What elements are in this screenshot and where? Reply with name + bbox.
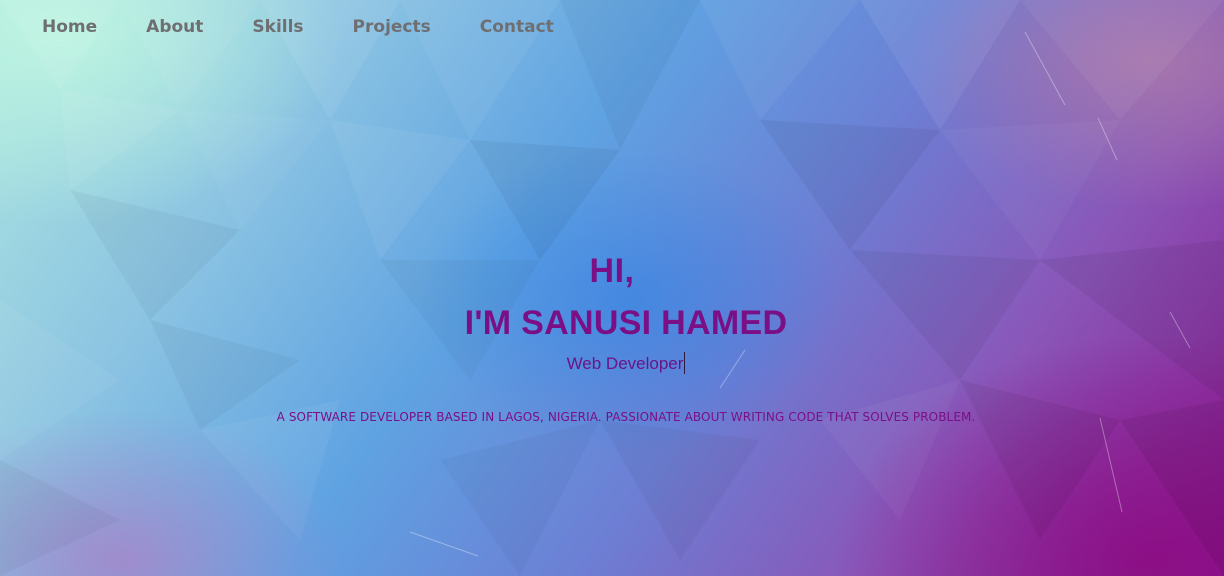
nav-link-skills[interactable]: Skills xyxy=(252,16,303,38)
hero-tagline: A SOFTWARE DEVELOPER BASED IN LAGOS, NIG… xyxy=(276,410,976,424)
hero-role-typewriter: Web Developer xyxy=(0,352,1224,375)
typing-cursor xyxy=(684,352,686,374)
main-nav: Home About Skills Projects Contact xyxy=(42,16,554,38)
hero-role-text: Web Developer xyxy=(566,354,684,373)
hero-greeting: HI, xyxy=(589,252,635,290)
hero-name: I'M SANUSI HAMED xyxy=(464,304,788,342)
nav-link-projects[interactable]: Projects xyxy=(353,16,431,38)
nav-link-contact[interactable]: Contact xyxy=(480,16,554,38)
nav-link-home[interactable]: Home xyxy=(42,16,97,38)
nav-link-about[interactable]: About xyxy=(146,16,203,38)
